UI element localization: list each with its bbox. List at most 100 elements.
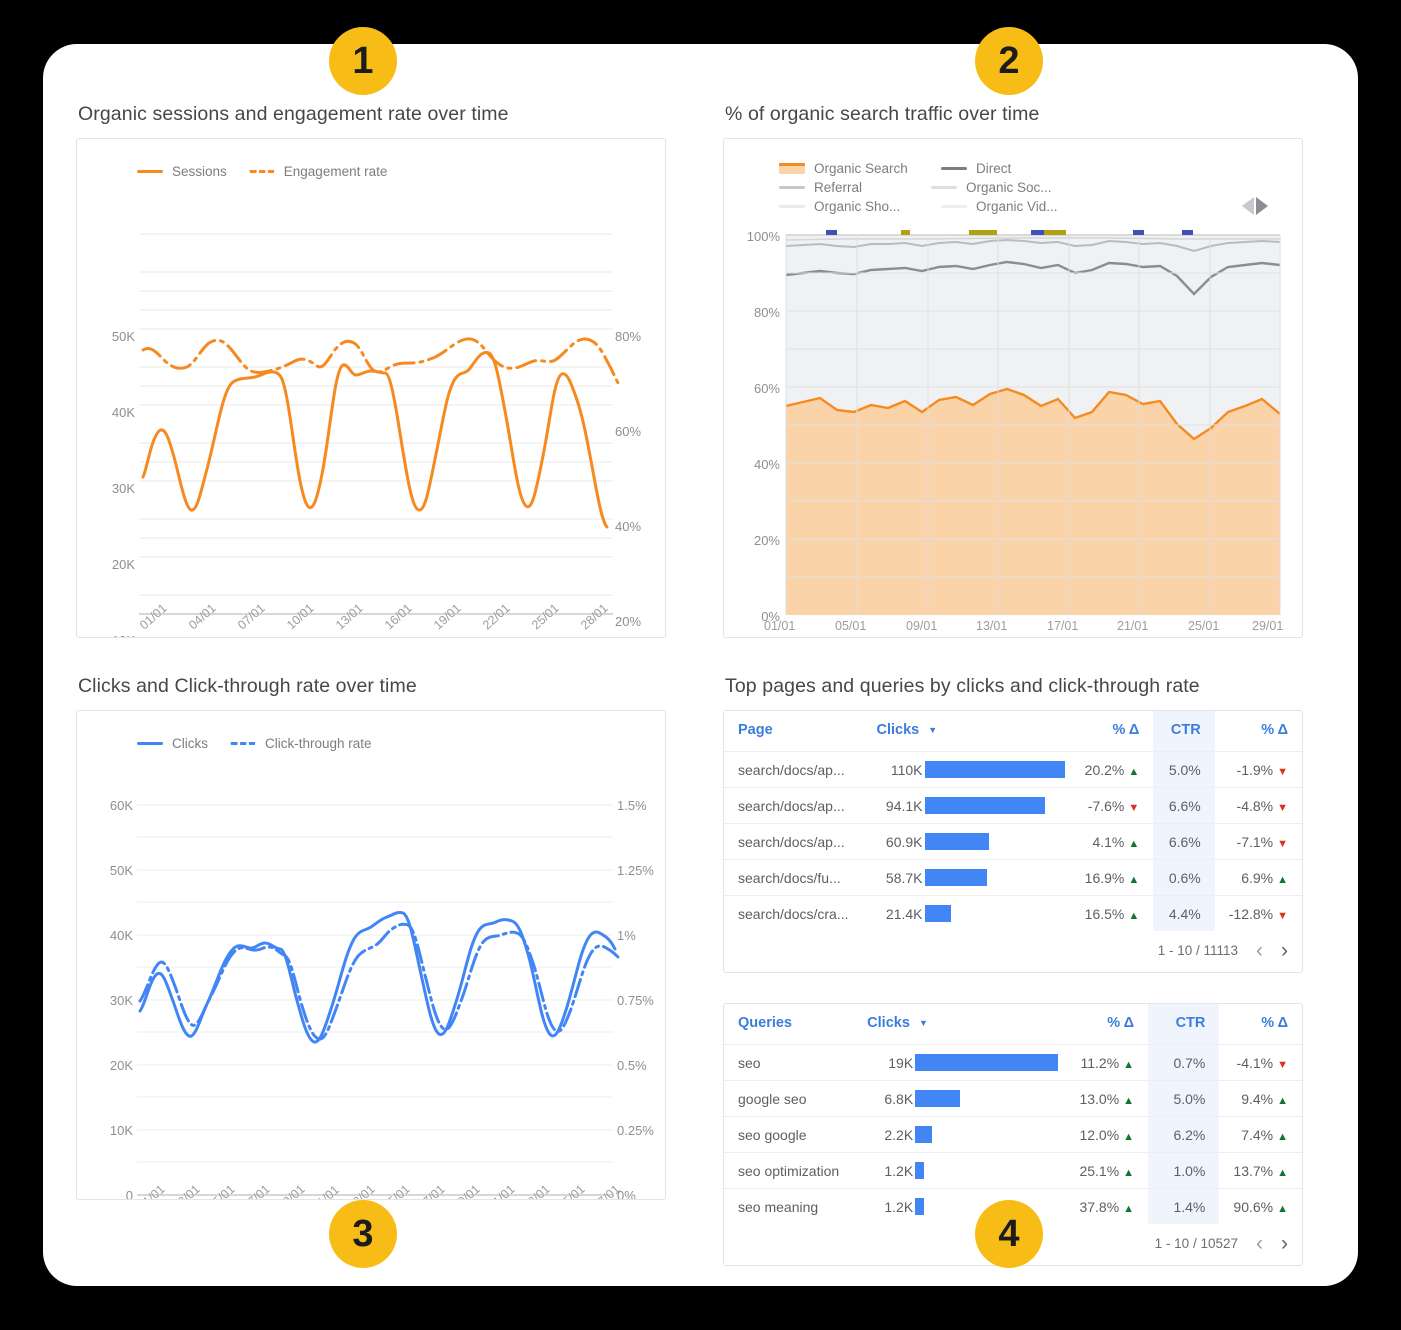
pages-header-ctr[interactable]: CTR <box>1153 711 1215 752</box>
chart2-xtick-1: 05/01 <box>835 619 867 633</box>
callout-badge-2: 2 <box>975 27 1043 95</box>
pages-header-page[interactable]: Page <box>724 711 863 752</box>
queries-prev-page-button[interactable]: ‹ <box>1256 1233 1263 1254</box>
pages-cell-ctr: 6.6% <box>1153 787 1215 824</box>
callout-badge-3: 3 <box>329 1200 397 1268</box>
chart1-plot <box>139 233 620 615</box>
queries-cell-name: seo google <box>724 1116 854 1153</box>
queries-clicks-value: 19K <box>888 1054 914 1071</box>
queries-header-queries[interactable]: Queries <box>724 1004 854 1045</box>
pages-pagination-label: 1 - 10 / 11113 <box>1157 943 1238 958</box>
panel-clicks-ctr: Clicks and Click-through rate over time … <box>76 675 666 1200</box>
callout-badge-1: 1 <box>329 27 397 95</box>
chart-clicks-ctr[interactable]: Clicks Click-through rate 60K 50K 40K 30… <box>76 710 666 1200</box>
table-row[interactable]: seo google 2.2K 12.0% ▲ 6.2% 7.4% ▲ <box>724 1116 1302 1153</box>
delta-up-icon: ▲ <box>1277 1094 1288 1107</box>
pages-clicks-value: 60.9K <box>885 833 923 850</box>
pages-header-delta1[interactable]: % Δ <box>1070 711 1154 752</box>
pages-cell-clicks: 110K <box>862 751 1071 788</box>
queries-header-ctr[interactable]: CTR <box>1148 1004 1220 1045</box>
pages-cell-delta2: 6.9% ▲ <box>1214 859 1302 896</box>
table-row[interactable]: seo 19K 11.2% ▲ 0.7% -4.1% ▼ <box>724 1044 1302 1081</box>
panel2-title: % of organic search traffic over time <box>725 103 1040 125</box>
queries-cell-ctr: 1.4% <box>1148 1188 1220 1224</box>
queries-clicks-value: 1.2K <box>884 1162 914 1179</box>
table-row[interactable]: seo optimization 1.2K 25.1% ▲ 1.0% 13.7% ▲ <box>724 1152 1302 1189</box>
queries-pagination-label: 1 - 10 / 10527 <box>1154 1236 1238 1251</box>
queries-header-delta2[interactable]: % Δ <box>1219 1004 1302 1045</box>
pages-table-header-row: Page Clicks ▼ % Δ CTR % Δ <box>724 711 1302 752</box>
pages-cell-ctr: 5.0% <box>1153 751 1215 788</box>
delta-down-icon: ▼ <box>1277 909 1288 922</box>
queries-cell-delta2: 7.4% ▲ <box>1219 1116 1302 1153</box>
panel1-title: Organic sessions and engagement rate ove… <box>78 103 509 125</box>
queries-cell-name: seo optimization <box>724 1152 854 1189</box>
table-row[interactable]: search/docs/fu... 58.7K 16.9% ▲ 0.6% 6.9%… <box>724 859 1302 896</box>
queries-cell-name: google seo <box>724 1080 854 1117</box>
table-row[interactable]: google seo 6.8K 13.0% ▲ 5.0% 9.4% ▲ <box>724 1080 1302 1117</box>
queries-cell-clicks: 1.2K <box>853 1152 1065 1189</box>
queries-cell-delta2: 13.7% ▲ <box>1219 1152 1302 1189</box>
pages-header-clicks[interactable]: Clicks ▼ <box>862 711 1071 752</box>
pages-cell-name: search/docs/fu... <box>724 859 863 896</box>
clicks-bar <box>915 1090 961 1107</box>
delta-up-icon: ▲ <box>1123 1166 1135 1179</box>
pages-cell-delta2: -4.8% ▼ <box>1214 787 1302 824</box>
pages-clicks-value: 21.4K <box>885 905 923 922</box>
queries-cell-ctr: 6.2% <box>1148 1116 1220 1153</box>
delta-down-icon: ▼ <box>1277 1058 1288 1071</box>
pages-prev-page-button[interactable]: ‹ <box>1256 940 1263 961</box>
sort-desc-icon: ▼ <box>918 1018 928 1029</box>
pages-table-card: Page Clicks ▼ % Δ CTR % Δ search/docs/ap… <box>723 710 1303 973</box>
pages-cell-delta1: 20.2% ▲ <box>1070 751 1154 788</box>
pages-next-page-button[interactable]: › <box>1281 940 1288 961</box>
table-row[interactable]: search/docs/ap... 60.9K 4.1% ▲ 6.6% -7.1%… <box>724 823 1302 860</box>
queries-header-clicks[interactable]: Clicks ▼ <box>853 1004 1065 1045</box>
delta-down-icon: ▼ <box>1277 801 1288 814</box>
table-row[interactable]: search/docs/cra... 21.4K 16.5% ▲ 4.4% -12… <box>724 895 1302 931</box>
pages-pagination: 1 - 10 / 11113 ‹ › <box>724 931 1302 972</box>
delta-up-icon: ▲ <box>1123 1058 1135 1071</box>
panel-organic-sessions: Organic sessions and engagement rate ove… <box>76 103 666 638</box>
delta-up-icon: ▲ <box>1128 765 1140 778</box>
pages-cell-delta2: -12.8% ▼ <box>1228 905 1288 922</box>
chart2-plot <box>785 230 1281 615</box>
clicks-bar <box>915 1126 933 1143</box>
queries-cell-delta2: 9.4% ▲ <box>1219 1080 1302 1117</box>
pages-header-clicks-label: Clicks <box>876 722 920 738</box>
chart3-plot <box>137 804 620 1196</box>
clicks-bar <box>915 1162 925 1179</box>
chart-organic-traffic-share[interactable]: Organic Search Direct Referral Organic S… <box>723 138 1303 638</box>
queries-cell-delta1: 37.8% ▲ <box>1079 1198 1135 1215</box>
queries-table-body: seo 19K 11.2%▲ 0.7% -4.1%▼ google seo <box>724 1044 1302 1224</box>
pages-cell-ctr: 0.6% <box>1153 859 1215 896</box>
queries-next-page-button[interactable]: › <box>1281 1233 1288 1254</box>
chart2-xtick-3: 13/01 <box>976 619 1008 633</box>
queries-table-header-row: Queries Clicks ▼ % Δ CTR % Δ <box>724 1004 1302 1045</box>
queries-cell-delta1: 25.1% ▲ <box>1064 1152 1149 1189</box>
queries-cell-delta2: 90.6% ▲ <box>1233 1198 1288 1215</box>
chart2-xtick-6: 25/01 <box>1188 619 1220 633</box>
chart-organic-sessions[interactable]: Sessions Engagement rate 50K 40K 30K 20K… <box>76 138 666 638</box>
table-row[interactable]: search/docs/ap... 94.1K -7.6% ▼ 6.6% -4.8… <box>724 787 1302 824</box>
pages-header-delta2[interactable]: % Δ <box>1214 711 1302 752</box>
table-row[interactable]: search/docs/ap... 110K 20.2% ▲ 5.0% -1.9%… <box>724 751 1302 788</box>
pages-cell-delta1: 16.9% ▲ <box>1070 859 1154 896</box>
queries-cell-delta1: 13.0% ▲ <box>1064 1080 1149 1117</box>
pages-clicks-value: 94.1K <box>885 797 923 814</box>
pages-table-body: search/docs/ap... 110K 20.2% ▲ 5.0% -1.9%… <box>724 751 1302 931</box>
queries-cell-name: seo <box>724 1044 854 1081</box>
pages-cell-name: search/docs/ap... <box>724 823 863 860</box>
pages-cell-delta1: -7.6% ▼ <box>1070 787 1154 824</box>
pages-cell-clicks: 60.9K <box>862 823 1071 860</box>
queries-cell-name: seo meaning <box>738 1198 819 1215</box>
clicks-bar <box>915 1054 1059 1071</box>
chart2-xtick-0: 01/01 <box>764 619 796 633</box>
queries-cell-ctr: 1.0% <box>1148 1152 1220 1189</box>
delta-up-icon: ▲ <box>1123 1130 1135 1143</box>
chart2-xtick-5: 21/01 <box>1117 619 1149 633</box>
delta-up-icon: ▲ <box>1277 1130 1288 1143</box>
pages-cell-delta2: -7.1% ▼ <box>1214 823 1302 860</box>
queries-clicks-value: 1.2K <box>884 1198 914 1215</box>
queries-header-delta1[interactable]: % Δ <box>1064 1004 1149 1045</box>
